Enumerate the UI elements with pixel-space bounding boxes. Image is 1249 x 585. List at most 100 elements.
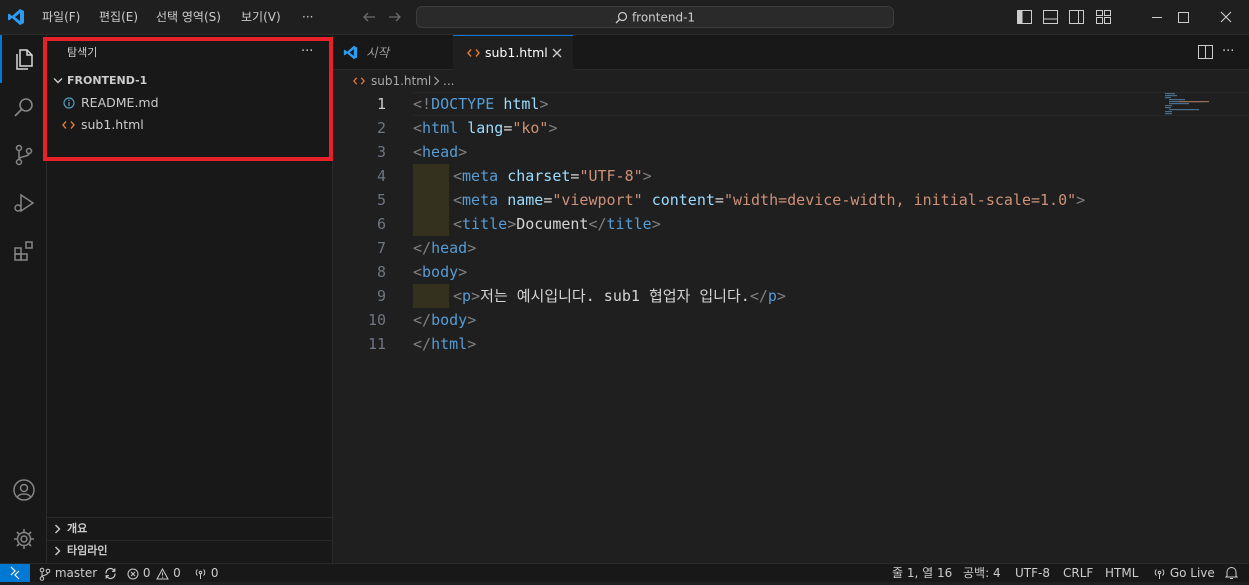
line-number: 2 <box>376 119 386 137</box>
extensions-icon[interactable] <box>0 227 47 275</box>
vscode-logo-icon <box>343 45 358 60</box>
warning-icon <box>156 567 170 580</box>
language-mode[interactable]: HTML <box>1105 564 1138 583</box>
breadcrumb-file[interactable]: sub1.html <box>371 70 431 92</box>
encoding[interactable]: UTF-8 <box>1015 564 1050 583</box>
error-count: 0 <box>142 566 151 580</box>
error-icon <box>127 568 139 580</box>
outline-section-header[interactable]: 개요 <box>47 518 332 540</box>
ports-count: 0 <box>210 566 219 580</box>
explorer-icon[interactable] <box>0 35 47 83</box>
back-arrow-icon[interactable] <box>362 10 376 24</box>
forward-arrow-icon[interactable] <box>388 10 402 24</box>
indent-guide <box>413 188 449 212</box>
split-editor-icon[interactable] <box>1198 45 1213 59</box>
code-line: <title>Document</title> <box>413 212 661 236</box>
line-number: 5 <box>376 191 386 209</box>
editor-more-actions[interactable]: ··· <box>1222 35 1234 68</box>
timeline-section-header[interactable]: 타임라인 <box>47 540 332 562</box>
line-number: 4 <box>376 167 386 185</box>
line-number: 10 <box>367 311 386 329</box>
tab-welcome[interactable]: 시작 <box>333 35 453 70</box>
cursor-position[interactable]: 줄 1, 열 16 <box>892 564 952 583</box>
code-line: <meta name="viewport" content="width=dev… <box>413 188 1085 212</box>
search-icon <box>615 11 628 24</box>
go-live-label: Go Live <box>1169 566 1215 580</box>
ports-status[interactable]: 0 <box>194 564 218 583</box>
branch-label: master <box>54 566 98 580</box>
code-line: <p>저는 예시입니다. sub1 협업자 입니다.</p> <box>413 284 786 308</box>
chevron-right-icon <box>54 546 62 556</box>
tab-label: 시작 <box>366 45 390 60</box>
problems-status[interactable]: 0 0 <box>127 564 181 583</box>
breadcrumb-rest[interactable]: ... <box>443 70 454 92</box>
vscode-logo-icon <box>7 8 25 26</box>
line-number: 9 <box>376 287 386 305</box>
warning-count: 0 <box>173 566 181 580</box>
outline-label: 개요 <box>67 522 88 535</box>
code-editor[interactable]: 1 2 3 4 5 6 7 8 9 10 11 <!DOCTYPE html> … <box>333 92 1249 562</box>
indent-guide <box>413 164 449 188</box>
breadcrumb: sub1.html ... <box>333 70 1249 92</box>
sync-icon[interactable] <box>104 567 117 580</box>
broadcast-icon <box>194 567 207 580</box>
line-number: 3 <box>376 143 386 161</box>
broadcast-icon <box>1153 567 1166 580</box>
remote-button[interactable] <box>0 564 30 582</box>
code-line: <html lang="ko"> <box>413 119 558 137</box>
line-number: 1 <box>376 95 386 113</box>
code-line: <meta charset="UTF-8"> <box>413 164 652 188</box>
line-number: 7 <box>376 239 386 257</box>
indent-guide <box>413 212 449 236</box>
customize-layout-icon[interactable] <box>1096 10 1111 24</box>
go-live-button[interactable]: Go Live <box>1153 564 1215 583</box>
account-icon[interactable] <box>0 466 47 514</box>
status-bar: master 0 0 0 줄 1, 열 16 공백: 4 UTF-8 CRLF … <box>0 563 1249 582</box>
toggle-secondary-sidebar-icon[interactable] <box>1069 10 1084 24</box>
editor-tabs: 시작 sub1.html ··· <box>333 35 1249 70</box>
menu-more[interactable]: ··· <box>302 0 313 35</box>
branch-icon <box>39 567 51 581</box>
indentation[interactable]: 공백: 4 <box>963 564 1001 583</box>
timeline-label: 타임라인 <box>67 544 108 557</box>
toggle-panel-icon[interactable] <box>1043 10 1058 24</box>
line-number: 6 <box>376 215 386 233</box>
explorer-sidebar: 탐색기 ··· FRONTEND-1 README.md sub1.html 개… <box>43 35 333 563</box>
settings-gear-icon[interactable] <box>0 515 47 563</box>
html-icon <box>353 76 365 86</box>
title-bar: 파일(F) 편집(E) 선택 영역(S) 보기(V) ··· frontend-… <box>0 0 1249 35</box>
branch-status[interactable]: master <box>39 564 117 583</box>
command-center-search[interactable]: frontend-1 <box>416 6 894 28</box>
command-center-label: frontend-1 <box>631 10 696 25</box>
run-debug-icon[interactable] <box>0 179 47 227</box>
menu-file[interactable]: 파일(F) <box>42 0 80 35</box>
close-window-button[interactable] <box>1203 0 1249 35</box>
tab-sub1-html[interactable]: sub1.html <box>453 35 573 70</box>
code-line: </head> <box>413 239 477 257</box>
search-icon[interactable] <box>0 83 47 131</box>
code-line: <body> <box>413 263 468 281</box>
menu-view[interactable]: 보기(V) <box>241 0 281 35</box>
toggle-primary-sidebar-icon[interactable] <box>1017 10 1032 24</box>
end-of-line[interactable]: CRLF <box>1063 564 1093 583</box>
close-tab-icon[interactable] <box>551 47 563 59</box>
chevron-right-icon <box>54 524 62 534</box>
line-number: 11 <box>367 335 386 353</box>
activity-bar <box>0 35 47 563</box>
code-line: </body> <box>413 311 477 329</box>
code-line: </html> <box>413 335 477 353</box>
indent-guide <box>413 284 449 308</box>
code-line: <head> <box>413 143 468 161</box>
highlight-annotation-box <box>43 37 333 161</box>
maximize-button[interactable] <box>1160 0 1206 35</box>
menu-selection[interactable]: 선택 영역(S) <box>156 0 221 35</box>
line-number: 8 <box>376 263 386 281</box>
menu-edit[interactable]: 편집(E) <box>99 0 138 35</box>
html-icon <box>467 48 480 58</box>
chevron-right-icon <box>433 76 440 86</box>
minimap[interactable] <box>1163 92 1243 122</box>
tab-label: sub1.html <box>485 45 548 60</box>
notifications-bell-icon[interactable] <box>1225 566 1238 585</box>
code-line: <!DOCTYPE html> <box>413 95 549 113</box>
source-control-icon[interactable] <box>0 131 47 179</box>
